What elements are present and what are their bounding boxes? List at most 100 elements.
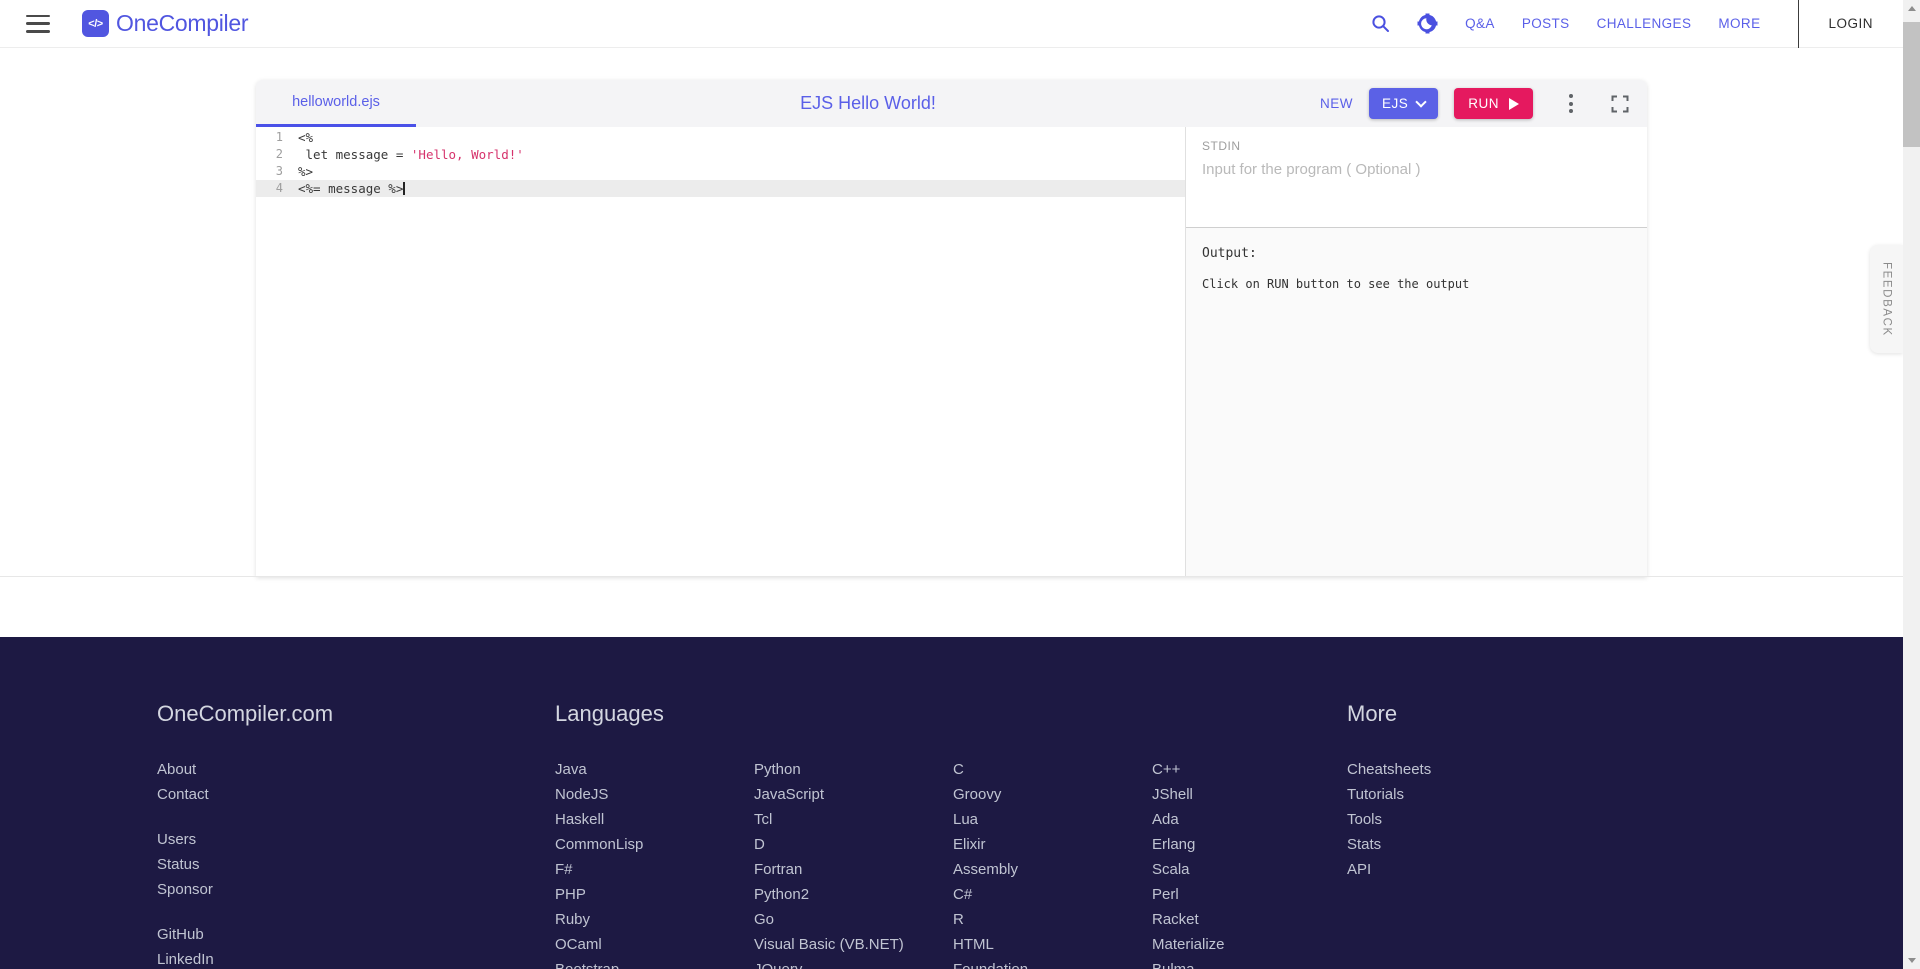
footer-link-elixir[interactable]: Elixir — [953, 832, 1152, 857]
footer-link-users[interactable]: Users — [157, 827, 214, 852]
section-divider — [0, 576, 1903, 577]
footer-link-about[interactable]: About — [157, 757, 214, 782]
footer-link-haskell[interactable]: Haskell — [555, 807, 754, 832]
output-message: Click on RUN button to see the output — [1202, 277, 1631, 291]
footer-languages-heading: Languages — [555, 701, 664, 727]
footer-link-scala[interactable]: Scala — [1152, 857, 1351, 882]
editor-panel-body: 1<%2 let message = 'Hello, World!'3%>4<%… — [256, 127, 1647, 577]
footer-link-github[interactable]: GitHub — [157, 922, 214, 947]
footer-link-bootstrap[interactable]: Bootstrap — [555, 957, 754, 969]
output-section: Output: Click on RUN button to see the o… — [1186, 228, 1647, 577]
tab-helloworld-ejs[interactable]: helloworld.ejs — [256, 80, 416, 127]
editor-panel-header: helloworld.ejs EJS Hello World! NEW EJS … — [256, 80, 1647, 127]
page: </> OneCompiler Q&APO — [0, 0, 1903, 969]
footer-link-python[interactable]: Python — [754, 757, 953, 782]
footer-language-columns: JavaNodeJSHaskellCommonLispF#PHPRubyOCam… — [555, 757, 1351, 969]
output-label: Output: — [1202, 246, 1631, 261]
code-text: %> — [294, 163, 313, 180]
footer-link-racket[interactable]: Racket — [1152, 907, 1351, 932]
code-editor[interactable]: 1<%2 let message = 'Hello, World!'3%>4<%… — [256, 127, 1185, 577]
search-icon[interactable] — [1371, 14, 1390, 33]
footer-site-links: AboutContact UsersStatusSponsor GitHubLink… — [157, 757, 214, 969]
footer-link-r[interactable]: R — [953, 907, 1152, 932]
footer-link-fortran[interactable]: Fortran — [754, 857, 953, 882]
nav-link-challenges[interactable]: CHALLENGES — [1597, 16, 1692, 31]
footer: OneCompiler.com Languages More AboutCont… — [0, 637, 1903, 969]
footer-link-tutorials[interactable]: Tutorials — [1347, 782, 1431, 807]
login-button[interactable]: LOGIN — [1798, 0, 1903, 48]
run-button-label: RUN — [1468, 96, 1499, 111]
code-line: 1 <% — [256, 129, 1185, 146]
footer-link-d[interactable]: D — [754, 832, 953, 857]
footer-link-foundation[interactable]: Foundation — [953, 957, 1152, 969]
footer-link-sponsor[interactable]: Sponsor — [157, 877, 214, 902]
footer-link-lua[interactable]: Lua — [953, 807, 1152, 832]
footer-link-nodejs[interactable]: NodeJS — [555, 782, 754, 807]
code-line: 3 %> — [256, 163, 1185, 180]
footer-link-tools[interactable]: Tools — [1347, 807, 1431, 832]
language-select-button[interactable]: EJS — [1369, 88, 1438, 119]
footer-link-visual-basic-vb-net[interactable]: Visual Basic (VB.NET) — [754, 932, 953, 957]
footer-link-perl[interactable]: Perl — [1152, 882, 1351, 907]
footer-link-java[interactable]: Java — [555, 757, 754, 782]
editor-panel: helloworld.ejs EJS Hello World! NEW EJS … — [256, 80, 1647, 577]
footer-link-ocaml[interactable]: OCaml — [555, 932, 754, 957]
feedback-tab[interactable]: FEEDBACK — [1870, 245, 1903, 353]
footer-link-assembly[interactable]: Assembly — [953, 857, 1152, 882]
footer-link-c[interactable]: C# — [953, 882, 1152, 907]
footer-link-go[interactable]: Go — [754, 907, 953, 932]
footer-language-column: C++JShellAdaErlangScalaPerlRacketMateria… — [1152, 757, 1351, 969]
run-button[interactable]: RUN — [1454, 88, 1533, 119]
footer-link-cheatsheets[interactable]: Cheatsheets — [1347, 757, 1431, 782]
footer-link-materialize[interactable]: Materialize — [1152, 932, 1351, 957]
footer-link-ada[interactable]: Ada — [1152, 807, 1351, 832]
scrollbar-thumb[interactable] — [1903, 22, 1920, 147]
footer-link-erlang[interactable]: Erlang — [1152, 832, 1351, 857]
footer-link-linkedin[interactable]: LinkedIn — [157, 947, 214, 969]
code-segment: %> — [298, 164, 313, 179]
editor-controls: NEW EJS RUN — [1320, 88, 1647, 119]
stdin-input[interactable] — [1202, 161, 1631, 216]
footer-link-group: AboutContact — [157, 757, 214, 807]
footer-link-ruby[interactable]: Ruby — [555, 907, 754, 932]
more-options-icon[interactable] — [1563, 90, 1579, 117]
code-text: <%= message %> — [294, 180, 405, 197]
footer-link-c[interactable]: C — [953, 757, 1152, 782]
footer-link-jshell[interactable]: JShell — [1152, 782, 1351, 807]
footer-link-python2[interactable]: Python2 — [754, 882, 953, 907]
fullscreen-icon[interactable] — [1611, 95, 1629, 113]
nav-link-more[interactable]: MORE — [1718, 16, 1760, 31]
footer-link-api[interactable]: API — [1347, 857, 1431, 882]
scrollbar[interactable] — [1903, 0, 1920, 969]
footer-language-column: JavaNodeJSHaskellCommonLispF#PHPRubyOCam… — [555, 757, 754, 969]
footer-link-html[interactable]: HTML — [953, 932, 1152, 957]
footer-link-stats[interactable]: Stats — [1347, 832, 1431, 857]
footer-link-c[interactable]: C++ — [1152, 757, 1351, 782]
footer-link-tcl[interactable]: Tcl — [754, 807, 953, 832]
stdin-section: STDIN — [1186, 127, 1647, 228]
footer-link-contact[interactable]: Contact — [157, 782, 214, 807]
hamburger-menu-icon[interactable] — [26, 15, 50, 33]
footer-link-group: UsersStatusSponsor — [157, 827, 214, 902]
footer-link-php[interactable]: PHP — [555, 882, 754, 907]
line-number: 1 — [256, 129, 294, 146]
scrollbar-up-arrow[interactable] — [1903, 0, 1920, 17]
play-icon — [1509, 98, 1519, 110]
footer-link-status[interactable]: Status — [157, 852, 214, 877]
new-file-button[interactable]: NEW — [1320, 96, 1353, 111]
scrollbar-down-arrow[interactable] — [1903, 952, 1920, 969]
code-segment: <% — [298, 130, 313, 145]
footer-link-javascript[interactable]: JavaScript — [754, 782, 953, 807]
footer-link-commonlisp[interactable]: CommonLisp — [555, 832, 754, 857]
stdin-label: STDIN — [1202, 139, 1631, 153]
brand-logo[interactable]: </> OneCompiler — [82, 10, 248, 37]
footer-link-jquery[interactable]: JQuery — [754, 957, 953, 969]
footer-link-f[interactable]: F# — [555, 857, 754, 882]
nav-link-posts[interactable]: POSTS — [1522, 16, 1570, 31]
page-title: EJS Hello World! — [416, 93, 1320, 114]
footer-link-groovy[interactable]: Groovy — [953, 782, 1152, 807]
theme-toggle-icon[interactable] — [1417, 13, 1438, 34]
nav-link-q-a[interactable]: Q&A — [1465, 16, 1495, 31]
line-number: 3 — [256, 163, 294, 180]
footer-link-bulma[interactable]: Bulma — [1152, 957, 1351, 969]
